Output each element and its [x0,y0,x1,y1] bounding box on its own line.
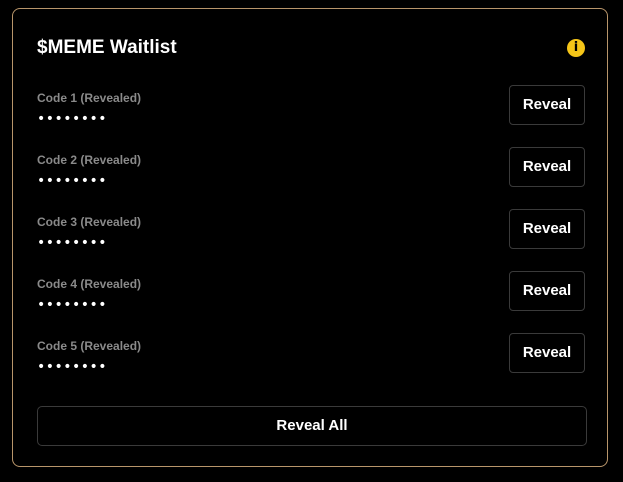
code-value: •••••••• [37,173,108,189]
reveal-button-3[interactable]: Reveal [509,209,585,249]
waitlist-card: $MEME Waitlist i Code 1 (Revealed) •••••… [12,8,608,467]
code-row-5: Code 5 (Revealed) •••••••• Reveal [37,333,587,379]
code-value: •••••••• [37,235,108,251]
reveal-button-2[interactable]: Reveal [509,147,585,187]
code-label: Code 2 (Revealed) [37,153,142,167]
code-label: Code 4 (Revealed) [37,277,142,291]
code-value: •••••••• [37,111,108,127]
code-value: •••••••• [37,359,108,375]
code-row-3: Code 3 (Revealed) •••••••• Reveal [37,209,587,255]
code-label: Code 5 (Revealed) [37,339,142,353]
reveal-all-button[interactable]: Reveal All [37,406,587,446]
code-row-1: Code 1 (Revealed) •••••••• Reveal [37,85,587,131]
reveal-button-5[interactable]: Reveal [509,333,585,373]
card-title: $MEME Waitlist [37,37,177,58]
code-label: Code 3 (Revealed) [37,215,142,229]
reveal-button-4[interactable]: Reveal [509,271,585,311]
code-value: •••••••• [37,297,108,313]
code-row-4: Code 4 (Revealed) •••••••• Reveal [37,271,587,317]
info-icon[interactable]: i [567,39,585,57]
code-row-2: Code 2 (Revealed) •••••••• Reveal [37,147,587,193]
code-label: Code 1 (Revealed) [37,91,142,105]
reveal-button-1[interactable]: Reveal [509,85,585,125]
